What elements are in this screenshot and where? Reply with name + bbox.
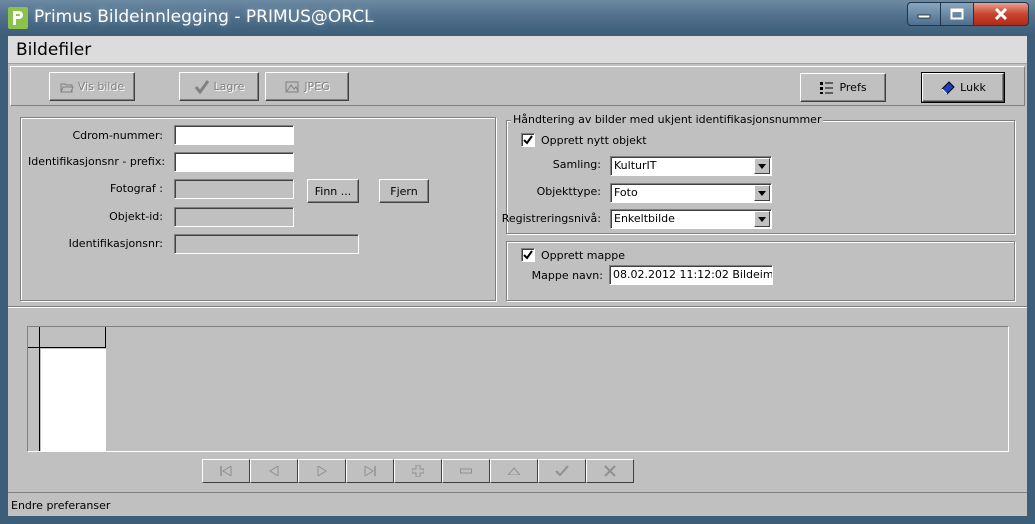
cdrom-input[interactable] [174,125,294,145]
idprefix-input[interactable] [174,152,294,172]
prev-record-icon [269,466,279,476]
nav-cancel-button[interactable] [586,459,634,483]
idnr-field [174,234,359,254]
vis-bilde-label: Vis bilde [77,80,125,93]
minimize-button[interactable] [907,2,940,26]
file-grid[interactable] [27,326,1009,452]
nav-next-button[interactable] [298,459,346,483]
form-header: Bildefiler [8,36,1027,64]
chevron-down-icon [758,190,766,196]
grid-row-header [28,348,40,451]
grid-column-cells[interactable] [41,349,106,451]
up-triangle-icon [508,467,520,475]
fotograf-field [174,179,294,199]
grid-corner [28,327,40,348]
objektid-label: Objekt-id: [109,210,163,223]
opprett-mappe-label: Opprett mappe [541,249,625,262]
toolbar: Vis bilde Lagre JPEG Prefs Lukk [10,66,1025,106]
close-window-button[interactable] [973,2,1029,26]
close-icon [994,8,1008,20]
checkmark-icon [555,465,569,477]
lagre-label: Lagre [213,80,245,93]
finn-button[interactable]: Finn ... [307,179,359,203]
prefs-label: Prefs [839,81,867,94]
nav-insert-button[interactable] [394,459,442,483]
nav-edit-button[interactable] [490,459,538,483]
next-record-icon [317,466,327,476]
maximize-icon [950,8,964,20]
regniva-value: Enkeltbilde [614,212,675,225]
mappe-navn-label: Mappe navn: [531,269,603,282]
first-record-icon [220,466,232,476]
minimize-icon [917,14,931,19]
window-title: Primus Bildeinnlegging - PRIMUS@ORCL [34,7,374,27]
window-controls [907,2,1029,26]
status-text: Endre preferanser [11,499,111,512]
chevron-down-icon [758,163,766,169]
samling-value: KulturIT [614,159,657,172]
objektid-field [174,207,294,227]
form-title: Bildefiler [16,40,92,60]
last-record-icon [364,466,376,476]
idnr-label: Identifikasjonsnr: [68,237,163,250]
mappe-navn-input[interactable]: 08.02.2012 11:12:02 Bildeimport [609,265,773,285]
checkmark-icon [194,79,209,94]
window-titlebar[interactable]: Primus Bildeinnlegging - PRIMUS@ORCL [0,0,1035,36]
book-icon [941,80,955,95]
opprett-objekt-checkbox[interactable] [521,133,535,147]
objekttype-dropdown-button[interactable] [754,185,770,201]
lukk-label: Lukk [960,81,986,94]
record-navigator [202,459,634,483]
preferences-icon [820,81,834,94]
chevron-down-icon [758,216,766,222]
nav-post-button[interactable] [538,459,586,483]
fotograf-label: Fotograf : [109,182,163,195]
folder-open-icon [60,83,74,92]
lagre-button[interactable]: Lagre [179,72,259,101]
opprett-objekt-label: Opprett nytt objekt [541,134,647,147]
cdrom-label: Cdrom-nummer: [72,129,163,142]
fjern-label: Fjern [390,184,418,198]
checkmark-icon [523,135,533,145]
idprefix-label: Identifikasjonsnr - prefix: [28,155,166,168]
vis-bilde-button[interactable]: Vis bilde [49,72,135,101]
fjern-button[interactable]: Fjern [379,179,429,203]
opprett-mappe-checkbox[interactable] [521,248,535,262]
regniva-select[interactable]: Enkeltbilde [610,209,772,229]
checkmark-icon [523,250,533,260]
nav-delete-button[interactable] [442,459,490,483]
nav-last-button[interactable] [346,459,394,483]
app-icon [8,7,28,29]
regniva-dropdown-button[interactable] [754,211,770,227]
separator [8,306,1027,308]
samling-select[interactable]: KulturIT [610,156,772,176]
regniva-label: Registreringsnivå: [501,212,601,225]
samling-label: Samling: [552,158,601,171]
status-bar: Endre preferanser [8,492,1027,516]
nav-prev-button[interactable] [250,459,298,483]
objekttype-label: Objekttype: [536,185,601,198]
finn-label: Finn ... [314,184,352,198]
cancel-icon [604,465,616,477]
samling-dropdown-button[interactable] [754,158,770,174]
jpeg-button[interactable]: JPEG [265,72,349,101]
handling-legend: Håndtering av bilder med ukjent identifi… [511,113,824,126]
client-area: Bildefiler Vis bilde Lagre JPEG Prefs Lu… [8,36,1027,516]
plus-icon [412,465,424,477]
objekttype-select[interactable]: Foto [610,183,772,203]
minus-icon [460,468,472,474]
nav-first-button[interactable] [202,459,250,483]
lukk-button[interactable]: Lukk [921,72,1005,103]
grid-column-header[interactable] [40,327,106,348]
prefs-button[interactable]: Prefs [800,73,886,102]
maximize-button[interactable] [940,2,973,26]
objekttype-value: Foto [614,186,638,199]
image-tools-icon [285,81,299,92]
jpeg-label: JPEG [304,80,330,93]
